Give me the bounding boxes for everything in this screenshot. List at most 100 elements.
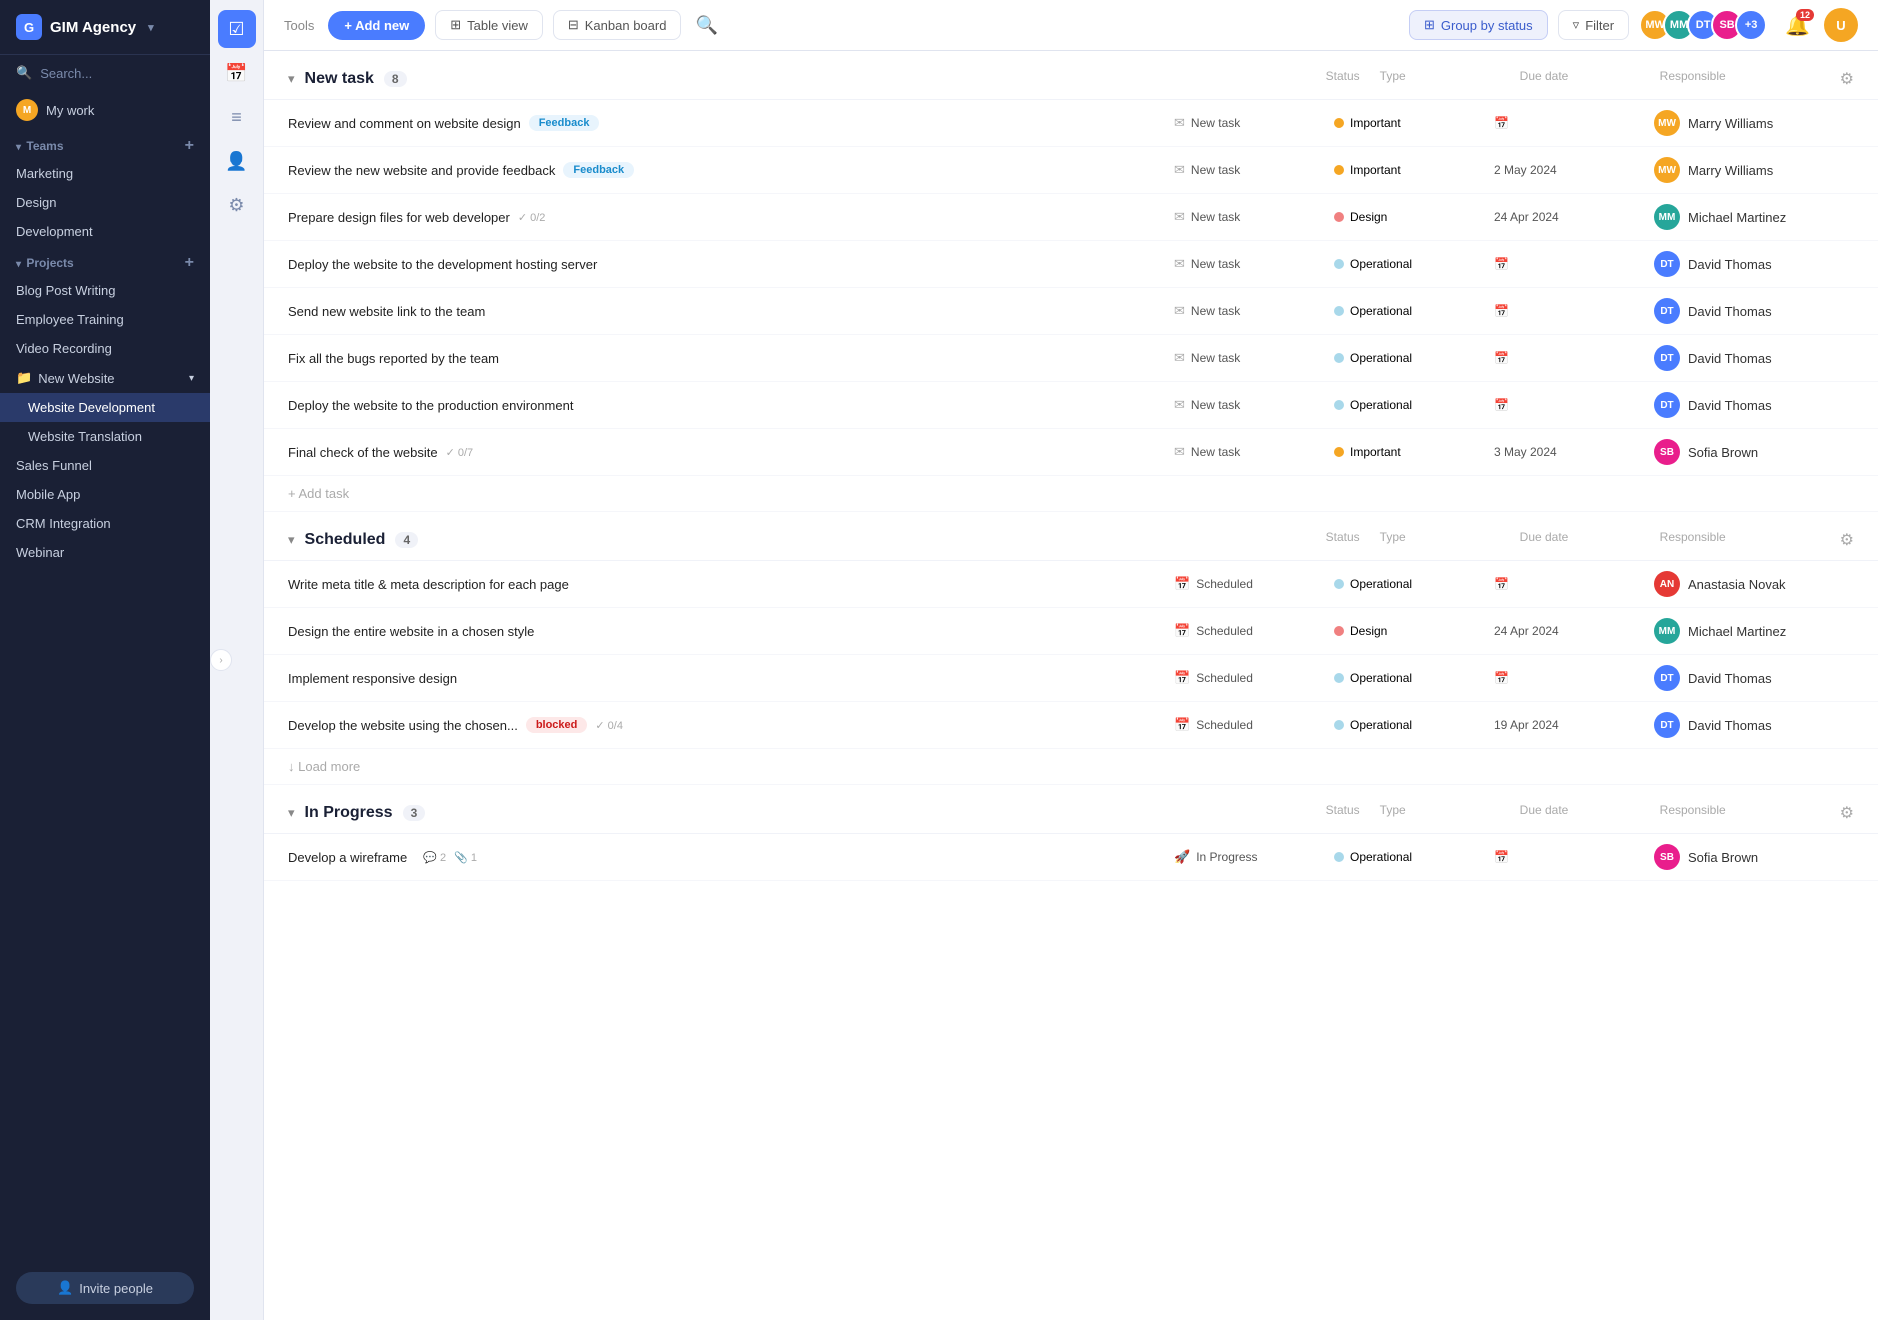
type-dot [1334,306,1344,316]
resp-name: Sofia Brown [1688,850,1758,865]
sidebar-collapse-button[interactable]: › [210,649,232,671]
table-row[interactable]: Review the new website and provide feedb… [264,147,1878,194]
projects-section-header: ▾ Projects + [0,246,210,276]
task-name: Write meta title & meta description for … [288,577,569,592]
table-row[interactable]: Fix all the bugs reported by the team ✉ … [264,335,1878,382]
group-scheduled-settings[interactable]: ⚙ [1840,530,1854,550]
responsible-cell: MM Michael Martinez [1654,618,1854,644]
group-scheduled-count: 4 [395,532,418,548]
status-cell: 📅 Scheduled [1174,576,1334,592]
group-new-task-toggle[interactable]: ▾ [288,71,295,87]
calendar-icon: 📅 [1494,304,1509,318]
sidebar-item-crm-integration[interactable]: CRM Integration [0,509,210,538]
col-h-due: Due date [1520,69,1640,89]
add-project-button[interactable]: + [185,254,194,272]
add-new-button[interactable]: + Add new [328,11,425,40]
marketing-label: Marketing [16,166,73,181]
table-row[interactable]: Prepare design files for web developer ✓… [264,194,1878,241]
website-dev-label: Website Development [28,400,155,415]
status-icon: 📅 [1174,670,1190,686]
status-icon: ✉ [1174,397,1185,413]
employee-training-label: Employee Training [16,312,124,327]
tool-settings[interactable]: ⚙ [218,186,256,224]
table-row[interactable]: Develop a wireframe 💬 2 📎 1 🚀 In Progres… [264,834,1878,881]
sidebar-item-website-development[interactable]: Website Development [0,393,210,422]
sidebar-item-video-recording[interactable]: Video Recording [0,334,210,363]
blog-post-label: Blog Post Writing [16,283,115,298]
due-cell: 24 Apr 2024 [1494,624,1654,638]
tool-user[interactable]: 👤 [218,142,256,180]
type-dot [1334,259,1344,269]
my-work-item[interactable]: M My work [0,91,210,129]
sidebar-item-development[interactable]: Development [0,217,210,246]
resp-avatar: SB [1654,844,1680,870]
sidebar-item-blog-post[interactable]: Blog Post Writing [0,276,210,305]
sales-funnel-label: Sales Funnel [16,458,92,473]
table-view-button[interactable]: ⊞ Table view [435,10,543,40]
status-icon: ✉ [1174,162,1185,178]
col-h-type2: Type [1380,530,1500,550]
task-comment: 💬 2 [423,851,446,864]
table-row[interactable]: Deploy the website to the production env… [264,382,1878,429]
table-row[interactable]: Send new website link to the team ✉ New … [264,288,1878,335]
group-scheduled-title: Scheduled [305,531,386,549]
kanban-board-button[interactable]: ⊟ Kanban board [553,10,682,40]
sidebar-item-sales-funnel[interactable]: Sales Funnel [0,451,210,480]
resp-avatar: DT [1654,251,1680,277]
add-team-button[interactable]: + [185,137,194,155]
status-icon: ✉ [1174,115,1185,131]
invite-people-button[interactable]: 👤 Invite people [16,1272,194,1304]
group-scheduled-toggle[interactable]: ▾ [288,532,295,548]
status-cell: ✉ New task [1174,303,1334,319]
teams-section-label: ▾ Teams [16,139,64,153]
table-row[interactable]: Write meta title & meta description for … [264,561,1878,608]
add-task-button[interactable]: + Add task [264,476,1878,512]
group-icon: ⊞ [1424,17,1435,33]
task-attach: 📎 1 [454,851,477,864]
table-row[interactable]: Implement responsive design 📅 Scheduled … [264,655,1878,702]
tool-list[interactable]: ≡ [218,98,256,136]
video-recording-label: Video Recording [16,341,112,356]
table-row[interactable]: Design the entire website in a chosen st… [264,608,1878,655]
task-subtask: ✓ 0/7 [446,446,474,459]
group-in-progress-toggle[interactable]: ▾ [288,805,295,821]
notifications-button[interactable]: 🔔 12 [1785,13,1810,38]
load-more-button[interactable]: ↓ Load more [264,749,1878,785]
resp-avatar: MW [1654,110,1680,136]
teams-chevron: ▾ [16,142,21,153]
sidebar-item-webinar[interactable]: Webinar [0,538,210,567]
type-dot [1334,673,1344,683]
tool-tasks[interactable]: ☑ [218,10,256,48]
status-cell: ✉ New task [1174,397,1334,413]
sidebar-item-new-website[interactable]: 📁 New Website ▾ [0,363,210,393]
group-by-button[interactable]: ⊞ Group by status [1409,10,1548,40]
table-row[interactable]: Develop the website using the chosen... … [264,702,1878,749]
group-new-task-settings[interactable]: ⚙ [1840,69,1854,89]
sidebar-item-marketing[interactable]: Marketing [0,159,210,188]
sidebar-item-mobile-app[interactable]: Mobile App [0,480,210,509]
tool-calendar[interactable]: 📅 [218,54,256,92]
user-avatars: MW MM DT SB +3 [1639,9,1767,41]
table-row[interactable]: Review and comment on website design Fee… [264,100,1878,147]
search-button[interactable]: 🔍 [691,11,721,40]
type-label: Operational [1350,718,1412,732]
group-in-progress-settings[interactable]: ⚙ [1840,803,1854,823]
type-label: Operational [1350,577,1412,591]
type-cell: Operational [1334,577,1494,591]
table-row[interactable]: Deploy the website to the development ho… [264,241,1878,288]
table-row[interactable]: Final check of the website ✓ 0/7 ✉ New t… [264,429,1878,476]
responsible-cell: DT David Thomas [1654,712,1854,738]
avatar-more[interactable]: +3 [1735,9,1767,41]
responsible-cell: DT David Thomas [1654,298,1854,324]
main-panel: Tools + Add new ⊞ Table view ⊟ Kanban bo… [264,0,1878,1320]
filter-button[interactable]: ▿ Filter [1558,10,1629,40]
app-logo[interactable]: G GIM Agency ▾ [0,0,210,55]
sidebar-item-website-translation[interactable]: Website Translation [0,422,210,451]
responsible-cell: MW Marry Williams [1654,110,1854,136]
sidebar-item-employee-training[interactable]: Employee Training [0,305,210,334]
sidebar-search[interactable]: 🔍 Search... [0,55,210,91]
type-dot [1334,852,1344,862]
sidebar-item-design[interactable]: Design [0,188,210,217]
due-cell: 24 Apr 2024 [1494,210,1654,224]
current-user-avatar[interactable]: U [1824,8,1858,42]
